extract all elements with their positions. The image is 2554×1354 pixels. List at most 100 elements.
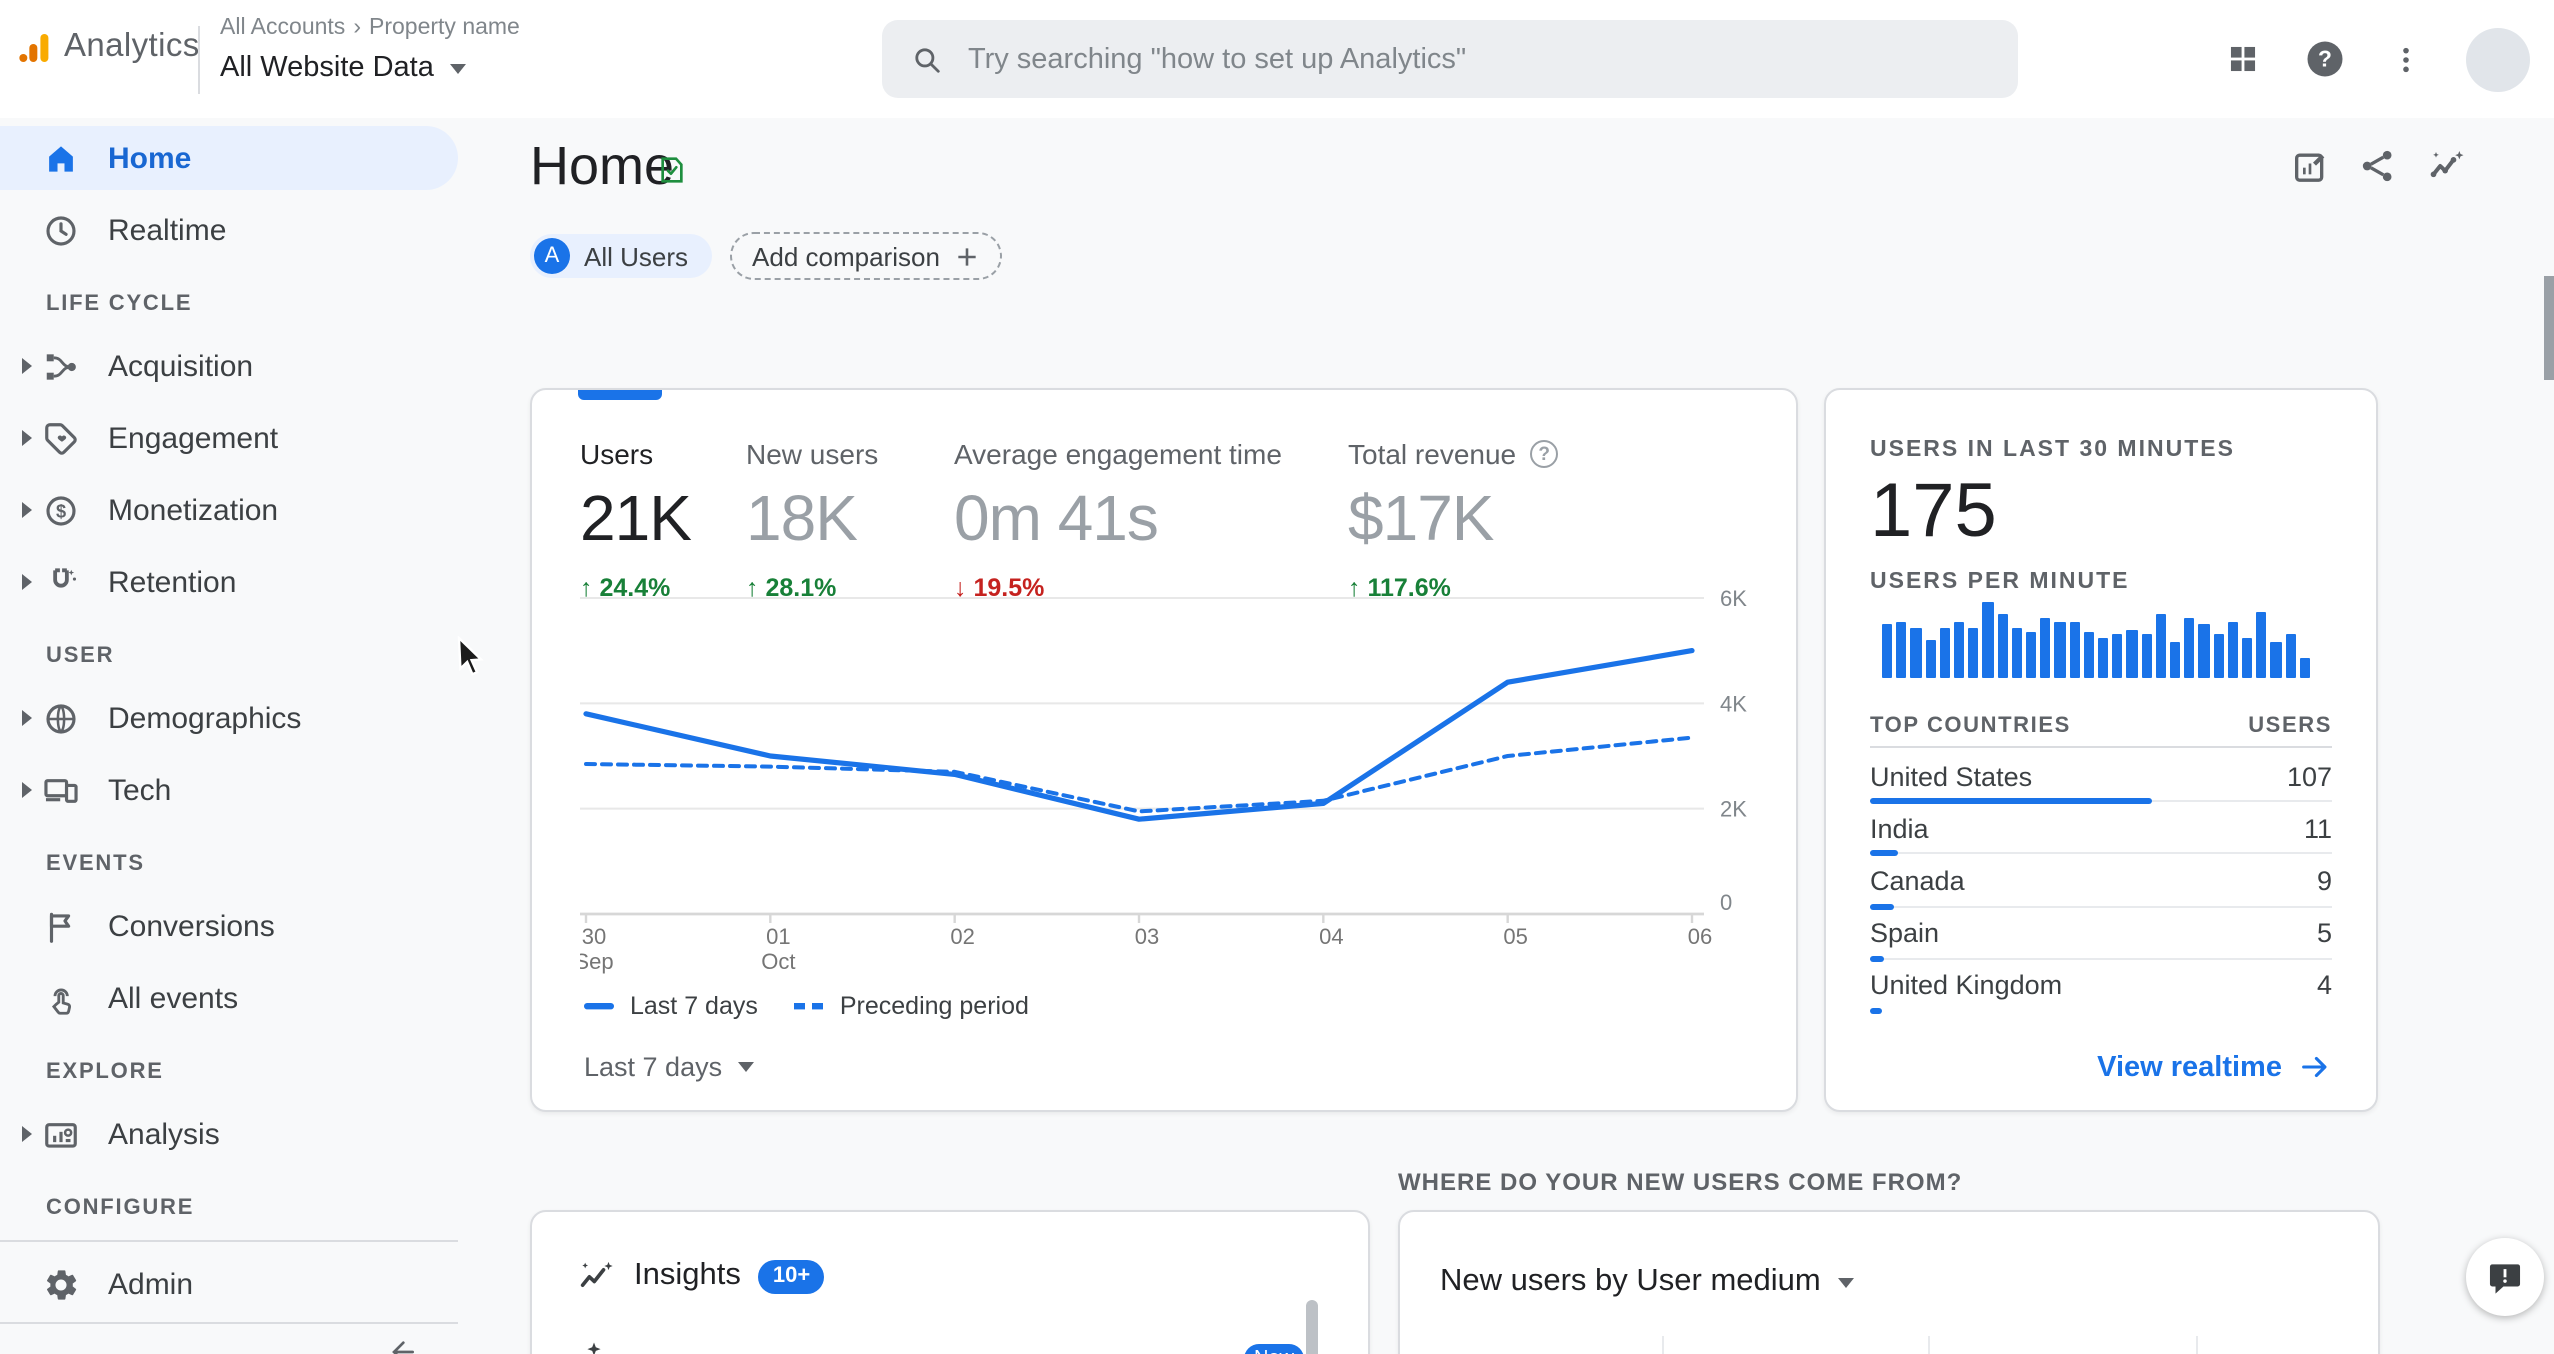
- per-minute-bar: [2112, 634, 2123, 678]
- sidebar-item-tech[interactable]: Tech: [0, 754, 458, 826]
- per-minute-bar: [2270, 641, 2282, 678]
- share-icon[interactable]: [2358, 146, 2398, 186]
- sidebar-divider: [0, 1240, 458, 1242]
- chart-gridline: [1928, 1336, 1930, 1354]
- metric-average-engagement-time[interactable]: Average engagement time 0m 41s ↓ 19.5%: [954, 438, 1282, 602]
- sidebar-item-label: Engagement: [108, 421, 279, 455]
- expand-arrow-icon[interactable]: [12, 430, 42, 446]
- sidebar-item-retention[interactable]: Retention: [0, 546, 458, 618]
- country-name: India: [1870, 813, 1929, 844]
- per-minute-bar: [2155, 614, 2167, 678]
- svg-text:01: 01: [766, 924, 790, 949]
- chart-gridline: [1662, 1336, 1664, 1354]
- add-comparison-label: Add comparison: [752, 241, 940, 271]
- app-header: Analytics All Accounts › Property name All…: [0, 0, 2554, 118]
- sidebar-item-label: Monetization: [108, 493, 279, 527]
- per-minute-bar: [1954, 621, 1965, 678]
- insights-scrollbar[interactable]: [1306, 1300, 1318, 1354]
- sidebar-item-engagement[interactable]: Engagement: [0, 402, 458, 474]
- sidebar-item-label: Realtime: [108, 213, 227, 247]
- view-realtime-label: View realtime: [2097, 1051, 2282, 1083]
- admin-gear-icon: [42, 1265, 80, 1303]
- new-users-card-title[interactable]: New users by User medium: [1440, 1264, 1855, 1300]
- all-users-chip[interactable]: A All Users: [530, 234, 713, 278]
- expand-arrow-icon[interactable]: [12, 502, 42, 518]
- sidebar-item-label: Acquisition: [108, 349, 254, 383]
- insights-count-badge: 10+: [758, 1259, 825, 1293]
- country-users: 107: [2286, 761, 2332, 792]
- sidebar-item-monetization[interactable]: $ Monetization: [0, 474, 458, 546]
- expand-arrow-icon[interactable]: [12, 358, 42, 374]
- insight-new-badge: New: [1244, 1344, 1304, 1354]
- metric-new-users[interactable]: New users 18K ↑ 28.1%: [746, 438, 878, 602]
- expand-arrow-icon[interactable]: [12, 710, 42, 726]
- sidebar-item-acquisition[interactable]: Acquisition: [0, 330, 458, 402]
- country-row-india: India 11: [1870, 802, 2332, 857]
- property-selector[interactable]: All Website Data: [220, 52, 466, 84]
- help-icon[interactable]: ?: [2304, 38, 2346, 80]
- svg-text:04: 04: [1319, 924, 1343, 949]
- breadcrumb-property-name[interactable]: Property name: [369, 16, 520, 40]
- view-realtime-link[interactable]: View realtime: [2097, 1050, 2332, 1084]
- sidebar-item-all-events[interactable]: All events: [0, 962, 458, 1034]
- search-bar[interactable]: [882, 20, 2018, 98]
- metric-value: 18K: [746, 482, 858, 554]
- insights-header: Insights 10+: [576, 1256, 825, 1296]
- svg-text:Oct: Oct: [761, 949, 795, 974]
- svg-text:05: 05: [1503, 924, 1527, 949]
- svg-text:$: $: [56, 501, 66, 521]
- solid-line-swatch: [584, 1003, 614, 1010]
- expand-arrow-icon[interactable]: [12, 1126, 42, 1142]
- expand-arrow-icon[interactable]: [12, 574, 42, 590]
- acquisition-icon: [42, 347, 80, 385]
- apps-grid-icon[interactable]: [2226, 42, 2260, 76]
- collapse-sidebar-icon[interactable]: [386, 1336, 418, 1354]
- analytics-logo[interactable]: Analytics: [18, 28, 200, 66]
- metric-users[interactable]: Users 21K ↑ 24.4%: [580, 438, 692, 602]
- sidebar-item-admin[interactable]: Admin: [0, 1248, 458, 1320]
- svg-text:02: 02: [950, 924, 974, 949]
- sidebar-item-analysis[interactable]: Analysis: [0, 1098, 458, 1170]
- page-title: Home: [530, 136, 675, 196]
- expand-arrow-icon[interactable]: [12, 782, 42, 798]
- page-scrollbar-thumb[interactable]: [2544, 276, 2554, 380]
- help-icon[interactable]: ?: [1530, 440, 1559, 468]
- dashed-line-swatch: [793, 1003, 823, 1010]
- insights-sparkline-icon: [580, 1261, 613, 1287]
- svg-text:03: 03: [1135, 924, 1159, 949]
- demographics-icon: [42, 699, 80, 737]
- mouse-cursor: [456, 635, 492, 688]
- per-minute-bar: [2141, 634, 2152, 678]
- insights-icon[interactable]: [2426, 146, 2466, 186]
- sidebar-item-home[interactable]: Home: [0, 126, 458, 190]
- top-countries-label: TOP COUNTRIES: [1870, 714, 2071, 738]
- sidebar-bottom-divider: [0, 1322, 458, 1324]
- metric-total-revenue[interactable]: Total revenue? $17K ↑ 117.6%: [1348, 438, 1559, 602]
- per-minute-bar: [2098, 637, 2109, 678]
- new-users-card: New users by User medium: [1398, 1210, 2380, 1354]
- sidebar-item-label: Analysis: [108, 1117, 220, 1151]
- svg-text:2K: 2K: [1720, 797, 1747, 822]
- more-options-icon[interactable]: [2390, 43, 2422, 75]
- search-input[interactable]: [963, 41, 1990, 77]
- sidebar-item-conversions[interactable]: Conversions: [0, 890, 458, 962]
- analytics-logo-icon: [19, 33, 49, 61]
- svg-text:6K: 6K: [1720, 590, 1747, 611]
- sidebar-item-realtime[interactable]: Realtime: [0, 194, 458, 266]
- per-minute-bar: [2040, 618, 2051, 678]
- sidebar-section-user: USER: [46, 644, 115, 668]
- report-check-icon[interactable]: [656, 154, 688, 196]
- customize-report-icon[interactable]: [2290, 146, 2330, 186]
- add-comparison-chip[interactable]: Add comparison: [730, 232, 1002, 280]
- user-avatar[interactable]: [2466, 27, 2530, 91]
- insights-card: Insights 10+ New: [530, 1210, 1370, 1354]
- date-range-selector[interactable]: Last 7 days: [584, 1052, 755, 1082]
- per-minute-bar: [2184, 618, 2195, 678]
- per-minute-bar: [2285, 633, 2296, 678]
- metric-label: Average engagement time: [954, 438, 1282, 470]
- sidebar-item-demographics[interactable]: Demographics: [0, 682, 458, 754]
- plus-icon: [958, 247, 976, 265]
- search-icon: [915, 47, 940, 72]
- feedback-button[interactable]: [2466, 1238, 2544, 1316]
- breadcrumb-all-accounts[interactable]: All Accounts: [220, 16, 345, 40]
